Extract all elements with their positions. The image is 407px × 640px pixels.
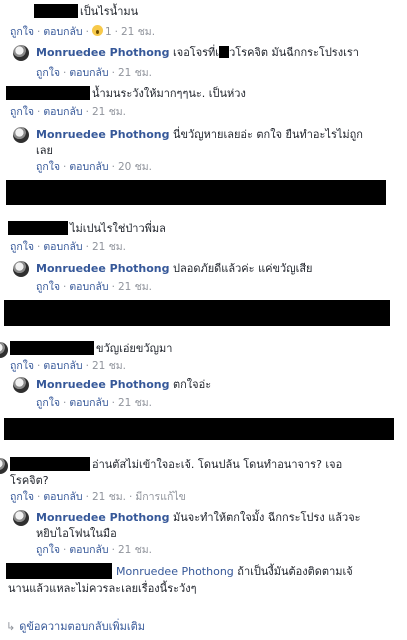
wow-reaction-icon[interactable] [91,25,103,36]
like-link[interactable]: ถูกใจ [36,161,60,173]
author-name[interactable]: Monruedee Phothong [36,46,169,59]
comment-text: เป็นไรน้ำมน [80,5,139,18]
like-link[interactable]: ถูกใจ [10,360,34,372]
reply-link[interactable]: ตอบกลับ [69,544,108,556]
redacted-name [10,341,94,355]
reply-row: Monruedee Phothong มันจะทำให้ตกใจมั้ง ฉี… [36,509,361,526]
like-link[interactable]: ถูกใจ [10,26,34,38]
comment-text-line2: นานแล้วแหละไม่ควรละเลยเรื่องนี้ระวังๆ [8,582,197,595]
comment-text: ขวัญเอ่ยขวัญมา [96,342,173,355]
avatar[interactable] [13,377,29,393]
comment-actions: ถูกใจ · ตอบกลับ · 21 ชม. [10,360,127,372]
timestamp[interactable]: 21 ชม. [121,26,155,38]
like-link[interactable]: ถูกใจ [10,241,34,253]
reply-link[interactable]: ตอบกลับ [69,397,108,409]
comment-actions: ถูกใจ · ตอบกลับ · 1 · 21 ชม. [10,25,156,38]
avatar[interactable] [13,45,29,61]
avatar[interactable] [13,510,29,526]
reply-text: นี่ขวัญหายเลยอ่ะ ตกใจ ยืนทำอะไรไม่ถูก [172,128,363,141]
like-link[interactable]: ถูกใจ [36,397,60,409]
reply-link[interactable]: ตอบกลับ [43,491,82,503]
author-name[interactable]: Monruedee Phothong [36,378,169,391]
avatar[interactable] [0,342,8,358]
like-link[interactable]: ถูกใจ [36,544,60,556]
edited-label[interactable]: มีการแก้ไข [135,491,185,503]
reply-text: เจอโจรที่เ [172,46,220,59]
author-name[interactable]: Monruedee Phothong [36,128,169,141]
reply-text: ตกใจอ่ะ [172,378,212,391]
reply-link[interactable]: ตอบกลับ [43,360,82,372]
reply-row: Monruedee Phothong นี่ขวัญหายเลยอ่ะ ตกใจ… [36,126,363,143]
reply-link[interactable]: ตอบกลับ [69,67,108,79]
reply-text-tail: วโรคจิต มันฉีกกระโปรงเรา [229,46,359,59]
comment-text: น้ำมนระวังให้มากๆๆนะ. เป็นห่วง [92,87,246,100]
reply-actions: ถูกใจ · ตอบกลับ · 21 ชม. [36,281,153,293]
timestamp[interactable]: 21 ชม. [118,397,152,409]
more-replies-link[interactable]: ↳ ดูข้อความตอบกลับเพิ่มเติม [6,619,145,635]
reply-text-line2: เลย [36,144,53,157]
author-name[interactable]: Monruedee Phothong [36,262,169,275]
reply-link[interactable]: ตอบกลับ [43,106,82,118]
timestamp[interactable]: 21 ชม. [118,281,152,293]
reply-actions: ถูกใจ · ตอบกลับ · 21 ชม. [36,67,153,79]
like-link[interactable]: ถูกใจ [10,491,34,503]
timestamp[interactable]: 20 ชม. [118,161,152,173]
timestamp[interactable]: 21 ชม. [92,360,126,372]
comment-text: อ่านตัสไม่เข้าใจอะเจ้. โดนปล้น โดนทำอนาจ… [92,458,343,471]
reply-text: ปลอดภัยดีแล้วค่ะ แค่ขวัญเสีย [172,262,313,275]
reply-text-line2: หยิบไอโฟนในมือ [36,527,117,540]
reply-actions: ถูกใจ · ตอบกลับ · 21 ชม. [36,397,153,409]
reply-row: Monruedee Phothong เจอโจรที่เ วโรคจิต มัน… [36,44,359,61]
reply-actions: ถูกใจ · ตอบกลับ · 21 ชม. [36,544,153,556]
timestamp[interactable]: 21 ชม. [118,544,152,556]
comment-actions: ถูกใจ · ตอบกลับ · 21 ชม. · มีการแก้ไข [10,491,186,503]
redacted-name [10,457,90,471]
comment-text: ถ้าเป็นงี้มันต้องติดตามเจ้ [237,565,353,578]
reply-text: มันจะทำให้ตกใจมั้ง ฉีกกระโปรง แล้วจะ [172,511,361,524]
avatar[interactable] [13,261,29,277]
reply-row: Monruedee Phothong ปลอดภัยดีแล้วค่ะ แค่ข… [36,260,313,277]
avatar[interactable] [13,127,29,143]
redacted-comment [4,418,394,440]
like-link[interactable]: ถูกใจ [36,281,60,293]
comment-row: Monruedee Phothong ถ้าเป็นงี้มันต้องติดต… [116,563,353,580]
reply-row: Monruedee Phothong ตกใจอ่ะ [36,376,211,393]
reply-link[interactable]: ตอบกลับ [69,161,108,173]
redacted-text [219,46,230,58]
redacted-avatar-name [6,563,112,579]
like-link[interactable]: ถูกใจ [10,106,34,118]
reaction-count[interactable]: 1 [105,26,112,38]
redacted-comment [4,300,390,326]
timestamp[interactable]: 21 ชม. [92,491,126,503]
reply-link[interactable]: ตอบกลับ [69,281,108,293]
author-name[interactable]: Monruedee Phothong [116,565,234,578]
reply-arrow-icon: ↳ [6,620,16,633]
timestamp[interactable]: 21 ชม. [118,67,152,79]
redacted-name [34,4,78,18]
comment-actions: ถูกใจ · ตอบกลับ · 21 ชม. [10,106,127,118]
reply-link[interactable]: ตอบกลับ [43,26,82,38]
comment-text: ไม่เปนไรใช่ป่าวพี่มล [70,222,166,235]
like-link[interactable]: ถูกใจ [36,67,60,79]
author-name[interactable]: Monruedee Phothong [36,511,169,524]
reply-link[interactable]: ตอบกลับ [43,241,82,253]
avatar[interactable] [0,458,8,474]
timestamp[interactable]: 21 ชม. [92,241,126,253]
more-replies-label[interactable]: ดูข้อความตอบกลับเพิ่มเติม [19,620,145,633]
reply-actions: ถูกใจ · ตอบกลับ · 20 ชม. [36,161,153,173]
timestamp[interactable]: 21 ชม. [92,106,126,118]
comment-text-line2: โรคจิต? [10,474,49,487]
redacted-comment [6,180,386,205]
comment-actions: ถูกใจ · ตอบกลับ · 21 ชม. [10,241,127,253]
redacted-name [8,221,68,235]
redacted-name [6,86,90,100]
